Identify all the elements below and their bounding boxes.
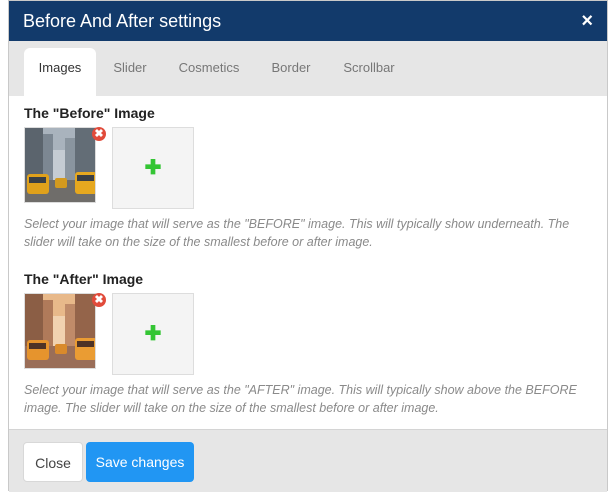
remove-before-image-icon[interactable]: ✖: [92, 127, 106, 141]
plus-icon: ✚: [144, 157, 162, 179]
tab-images[interactable]: Images: [24, 48, 96, 96]
tab-slider[interactable]: Slider: [104, 48, 156, 96]
dialog-footer: Close Save changes: [9, 429, 607, 492]
add-after-image-button[interactable]: ✚: [112, 293, 194, 375]
save-changes-button[interactable]: Save changes: [86, 442, 194, 482]
city-street-image: [25, 294, 95, 368]
tab-bar: Images Slider Cosmetics Border Scrollbar: [9, 41, 607, 96]
dialog-header: Before And After settings ×: [9, 1, 607, 41]
images-panel: The "Before" Image ✖ ✚ Select your image…: [9, 96, 607, 429]
before-image-thumbnail[interactable]: [24, 127, 96, 203]
settings-dialog: Before And After settings × Images Slide…: [8, 0, 608, 492]
plus-icon: ✚: [144, 323, 162, 345]
close-button[interactable]: Close: [23, 442, 83, 482]
after-image-hint: Select your image that will serve as the…: [24, 383, 577, 415]
after-image-item: ✖: [24, 293, 106, 375]
remove-after-image-icon[interactable]: ✖: [92, 293, 106, 307]
tab-scrollbar[interactable]: Scrollbar: [334, 48, 404, 96]
tab-border[interactable]: Border: [262, 48, 320, 96]
before-image-hint: Select your image that will serve as the…: [24, 217, 570, 249]
city-street-image: [25, 128, 95, 202]
tab-cosmetics[interactable]: Cosmetics: [169, 48, 249, 96]
close-icon[interactable]: ×: [581, 10, 593, 32]
before-image-heading: The "Before" Image: [24, 105, 155, 121]
dialog-title: Before And After settings: [23, 11, 222, 31]
after-image-heading: The "After" Image: [24, 271, 144, 287]
after-image-thumbnail[interactable]: [24, 293, 96, 369]
before-image-item: ✖: [24, 127, 106, 209]
add-before-image-button[interactable]: ✚: [112, 127, 194, 209]
